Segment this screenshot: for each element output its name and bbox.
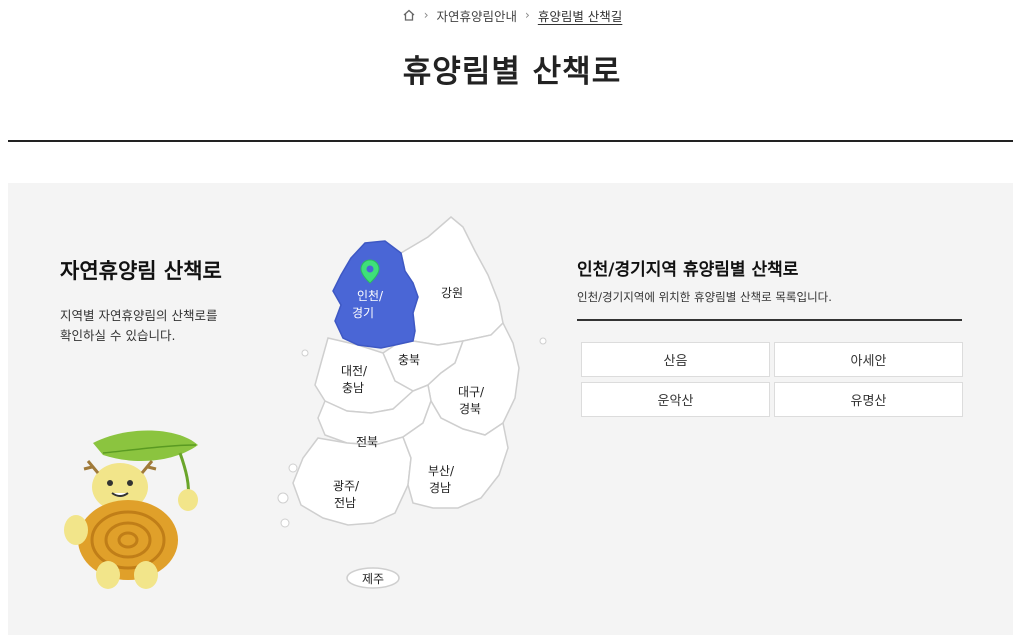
mascot-illustration (64, 430, 198, 589)
forest-button-asean[interactable]: 아세안 (774, 342, 963, 377)
forest-button-grid: 산음 아세안 운악산 유명산 (581, 342, 963, 417)
forest-button-yumyeongsan[interactable]: 유명산 (774, 382, 963, 417)
region-label-daejeon-chungnam: 대전/ (341, 364, 368, 378)
intro-desc-line: 지역별 자연휴양림의 산책로를 (60, 308, 218, 323)
forest-list-description: 인천/경기지역에 위치한 휴양림별 산책로 목록입니다. (577, 290, 832, 304)
forest-button-unaksan[interactable]: 운악산 (581, 382, 770, 417)
korea-region-map[interactable]: 인천/ 경기 강원 충북 대전/ 충남 대구/ 경북 전북 광주/ 전남 부산/… (263, 213, 553, 603)
region-label-jeonbuk: 전북 (356, 435, 378, 449)
intro-title: 자연휴양림 산책로 (60, 259, 222, 283)
breadcrumb-item-current[interactable]: 휴양림별 산책길 (538, 6, 622, 25)
intro-description: 지역별 자연휴양림의 산책로를 확인하실 수 있습니다. (60, 306, 260, 346)
region-label-incheon-gyeonggi: 인천/ (357, 288, 384, 303)
region-label-gwangju-jeonnam: 광주/ (333, 479, 360, 493)
region-label-busan-gyeongnam: 부산/ (428, 464, 455, 478)
region-label-daegu-gyeongbuk: 대구/ (458, 385, 485, 399)
content-panel: 자연휴양림 산책로 지역별 자연휴양림의 산책로를 확인하실 수 있습니다. 인… (8, 183, 1013, 635)
forest-button-saneum[interactable]: 산음 (581, 342, 770, 377)
home-icon[interactable] (402, 8, 416, 22)
region-label-gwangju-jeonnam: 전남 (334, 496, 356, 510)
breadcrumb-item-guide[interactable]: 자연휴양림안내 (437, 6, 518, 25)
title-divider (8, 140, 1013, 142)
intro-desc-line: 확인하실 수 있습니다. (60, 328, 176, 343)
region-label-daegu-gyeongbuk: 경북 (459, 402, 481, 416)
region-label-gangwon: 강원 (441, 286, 463, 300)
region-label-chungbuk: 충북 (398, 353, 420, 367)
page-title: 휴양림별 산책로 (402, 54, 622, 90)
chevron-right-icon: › (525, 8, 530, 22)
region-gangwon[interactable] (400, 216, 504, 346)
region-label-daejeon-chungnam: 충남 (342, 381, 364, 395)
region-label-busan-gyeongnam: 경남 (429, 481, 451, 495)
forest-list-title: 인천/경기지역 휴양림별 산책로 (577, 260, 799, 280)
region-label-incheon-gyeonggi: 경기 (352, 306, 374, 320)
region-label-jeju: 제주 (362, 572, 384, 586)
breadcrumb: › 자연휴양림안내 › 휴양림별 산책길 (0, 6, 1024, 24)
chevron-right-icon: › (423, 8, 429, 22)
forest-list-divider (577, 319, 962, 321)
